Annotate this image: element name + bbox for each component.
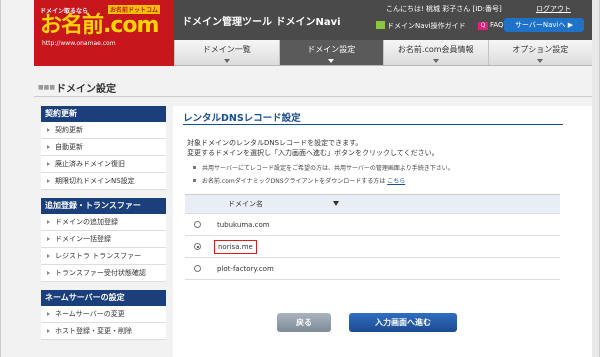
section-title: レンタルDNSレコード設定 [183,113,301,124]
domain-radio-tubukuma[interactable] [194,221,201,228]
page-title-bar: ■■■ ドメイン設定 [34,75,592,97]
description-line-2: 変更するドメインを選択し「入力画面へ進む」ボタンをクリックしてください。 [187,149,439,157]
proceed-to-input-button[interactable]: 入力画面へ進む [349,313,457,332]
tab-member-info[interactable]: お名前.com会員情報 [383,40,488,65]
onamae-logo[interactable]: ドメイン取るなら お名前ドットコム お名前.com http://www.ona… [34,0,174,66]
bullet-icon [193,179,196,182]
main-panel: レンタルDNSレコード設定 対象ドメインのレンタルDNSレコードを設定できます。… [173,106,592,357]
dynamic-dns-download-link[interactable]: こちら [387,178,405,185]
sidebar-item-expired-ns[interactable]: 期限切れドメインNS設定 [41,173,166,190]
logo-brand: お名前.com [40,13,159,38]
sidebar-item-renewal[interactable]: 契約更新 [41,122,166,139]
guide-label: ドメインNavi操作ガイド [387,22,466,30]
logout-link[interactable]: ログアウト [536,4,571,14]
faq-link[interactable]: Q FAQ [478,21,504,30]
sidebar-heading-renewal: 契約更新 [41,106,166,122]
domain-radio-plot-factory[interactable] [194,265,201,272]
section-divider [183,124,563,125]
tab-label: ドメイン一覧 [202,45,251,54]
domain-cell: norisa.me [210,239,560,254]
greeting-text: こんにちは! 桃城 彩子さん [ID:番号] [386,5,502,13]
sidebar-heading-transfer: 追加登録・トランスファー [41,198,166,214]
faq-label: FAQ [490,21,504,29]
page: { "header": { "logo_tagline": "ドメイン取るなら"… [0,0,600,357]
domain-name: tubukuma.com [217,220,270,229]
server-navi-button[interactable]: サーバーNaviへ ▶ [504,18,584,32]
sidebar-item-host-register[interactable]: ホスト登録・変更・削除 [41,323,166,340]
table-header-domain[interactable]: ドメイン名 [210,199,560,209]
domain-table: ドメイン名 tubukuma.com norisa.me plot-factor… [185,194,560,280]
note-text: お名前.comダイナミックDNSクライアントをダウンロードする方は [202,178,386,185]
radio-cell [185,221,210,228]
sidebar-heading-nameserver: ネームサーバーの設定 [41,290,166,306]
title-deco-icon: ■■■ [38,84,56,91]
note-text: 共用サーバーにてレコード設定をご希望の方は、共用サーバーの管理画面より手続き下さ… [202,165,454,172]
sort-down-icon[interactable] [333,201,339,206]
table-row: plot-factory.com [185,258,560,280]
sidebar-item-auto-renewal[interactable]: 自動更新 [41,139,166,156]
tab-domain-list[interactable]: ドメイン一覧 [174,40,279,65]
tab-option-settings[interactable]: オプション設定 [487,40,592,65]
description-line-1: 対象ドメインのレンタルDNSレコードを設定できます。 [187,139,363,147]
domain-cell: tubukuma.com [210,219,560,231]
chevron-down-icon [328,59,335,63]
sidebar-item-transfer-status[interactable]: トランスファー受付状態確認 [41,265,166,282]
radio-cell [185,265,210,272]
tab-domain-settings[interactable]: ドメイン設定 [278,40,383,65]
top-bar: ドメイン管理ツール ドメインNavi こんにちは! 桃城 彩子さん [ID:番号… [174,0,592,40]
table-header-row: ドメイン名 [185,195,560,214]
note-dynamic-dns: お名前.comダイナミックDNSクライアントをダウンロードする方は こちら [193,176,405,185]
page-title: ドメイン設定 [56,84,116,95]
note-shared-server: 共用サーバーにてレコード設定をご希望の方は、共用サーバーの管理画面より手続き下さ… [193,163,454,172]
chevron-down-icon [432,59,439,63]
tab-label: オプション設定 [512,45,569,54]
sidebar-item-add-domain[interactable]: ドメインの追加登録 [41,214,166,231]
tab-label: お名前.com会員情報 [397,45,474,54]
domain-name: plot-factory.com [217,264,274,273]
right-edge [592,0,599,357]
domain-name-selected: norisa.me [214,239,257,254]
table-header-label: ドメイン名 [228,200,263,208]
chevron-down-icon [223,59,230,63]
sidebar-item-registrar-transfer[interactable]: レジストラ トランスファー [41,248,166,265]
table-row: norisa.me [185,236,560,258]
faq-icon: Q [478,22,488,30]
chevron-down-icon [537,59,544,63]
main-nav: ドメイン一覧 ドメイン設定 お名前.com会員情報 オプション設定 [174,40,592,66]
domain-radio-norisa[interactable] [194,243,201,250]
tab-label: ドメイン設定 [307,45,356,54]
sidebar-item-change-nameserver[interactable]: ネームサーバーの変更 [41,306,166,323]
sidebar: 契約更新 契約更新 自動更新 廃止済みドメイン復旧 期限切れドメインNS設定 追… [41,106,166,357]
tool-name: ドメイン管理ツール ドメインNavi [182,17,341,28]
domain-cell: plot-factory.com [210,263,560,275]
table-row: tubukuma.com [185,214,560,236]
guide-link[interactable]: ドメインNavi操作ガイド [376,21,466,31]
back-button[interactable]: 戻る [277,313,331,332]
radio-cell [185,243,210,250]
logo-url: http://www.onamae.com [42,40,116,47]
sidebar-item-bulk-register[interactable]: ドメイン一括登録 [41,231,166,248]
guide-icon [376,21,385,29]
bullet-icon [193,166,196,169]
sidebar-item-restore-domain[interactable]: 廃止済みドメイン復旧 [41,156,166,173]
